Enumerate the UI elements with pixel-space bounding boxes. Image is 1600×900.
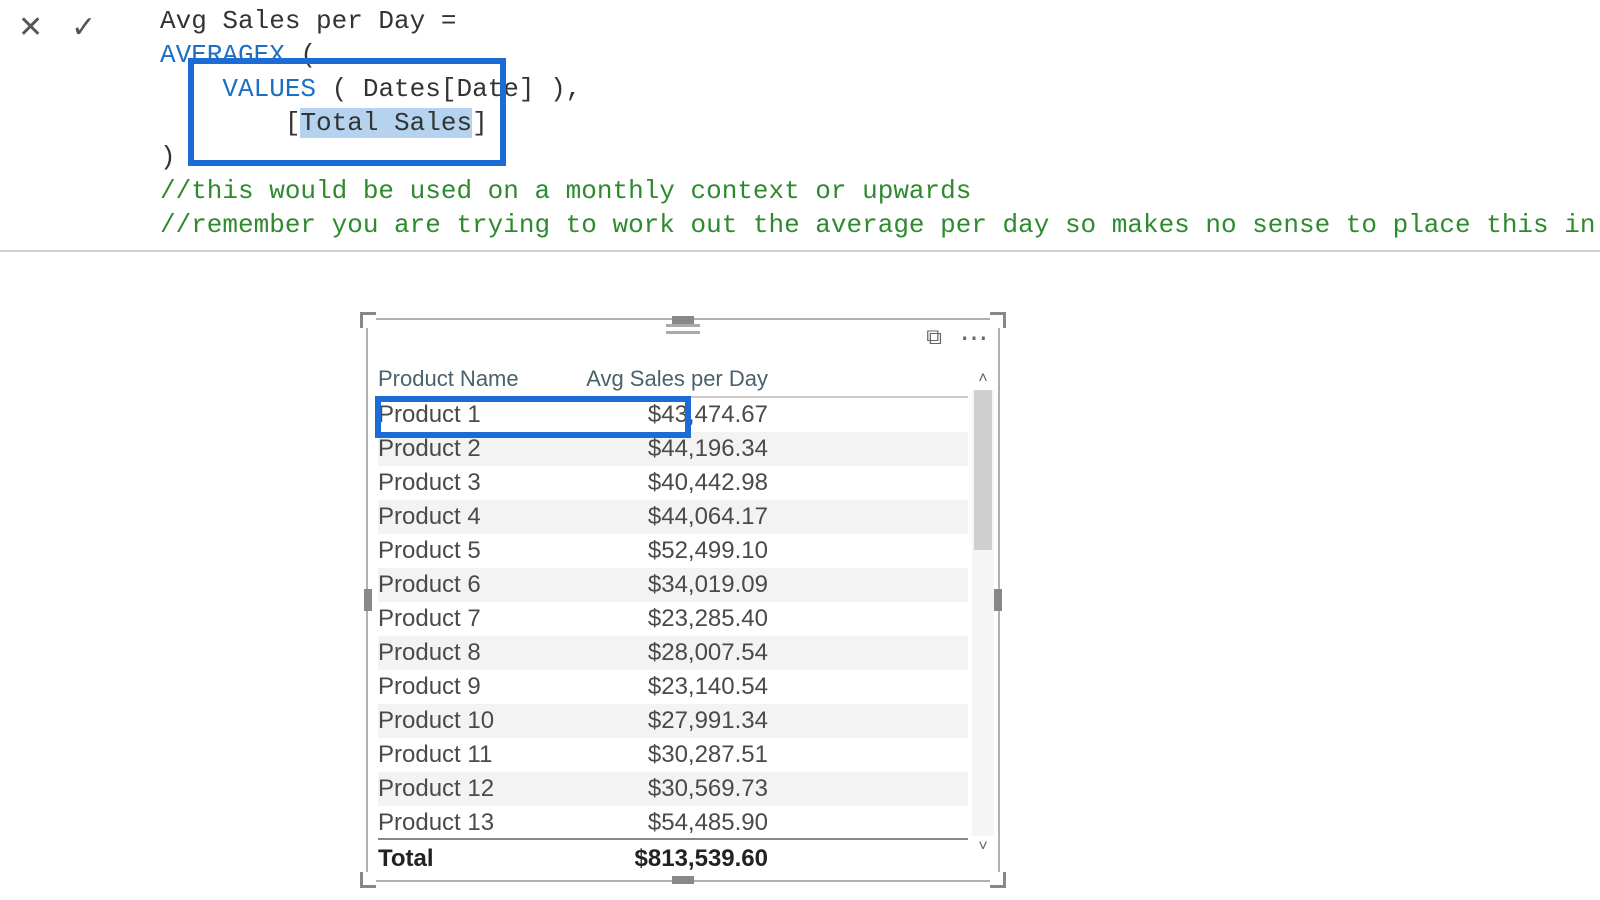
table-scrollbar[interactable]: ˄ ˅ <box>972 368 994 858</box>
commit-formula-icon[interactable]: ✓ <box>71 10 96 45</box>
total-value: $813,539.60 <box>568 845 768 873</box>
resize-handle-right[interactable] <box>994 589 1002 611</box>
more-options-icon[interactable]: ⋯ <box>960 321 990 354</box>
table-row[interactable]: Product 6$34,019.09 <box>378 568 968 602</box>
dax-formula-editor[interactable]: Avg Sales per Day = AVERAGEX ( VALUES ( … <box>160 4 1590 242</box>
table-body: Product 1$43,474.67 Product 2$44,196.34 … <box>378 398 968 838</box>
dax-measure-ref: Total Sales <box>300 108 472 138</box>
scroll-up-icon[interactable]: ˄ <box>972 368 994 390</box>
resize-handle-tl[interactable] <box>360 312 376 328</box>
resize-handle-tr[interactable] <box>990 312 1006 328</box>
formula-measure-name: Avg Sales per Day = <box>160 6 472 36</box>
total-label: Total <box>378 845 568 873</box>
table-row[interactable]: Product 1$43,474.67 <box>378 398 968 432</box>
resize-handle-br[interactable] <box>990 872 1006 888</box>
scrollbar-track[interactable] <box>972 390 994 836</box>
table-row[interactable]: Product 8$28,007.54 <box>378 636 968 670</box>
dax-keyword-values: VALUES <box>222 74 316 104</box>
formula-bar: ✕ ✓ Avg Sales per Day = AVERAGEX ( VALUE… <box>0 0 1600 252</box>
table-row[interactable]: Product 13$54,485.90 <box>378 806 968 838</box>
col-header-avg[interactable]: Avg Sales per Day <box>568 366 768 392</box>
resize-handle-bl[interactable] <box>360 872 376 888</box>
table-row[interactable]: Product 4$44,064.17 <box>378 500 968 534</box>
resize-handle-top[interactable] <box>672 316 694 324</box>
table-header: Product Name Avg Sales per Day <box>378 366 968 398</box>
table-row[interactable]: Product 12$30,569.73 <box>378 772 968 806</box>
data-table: Product Name Avg Sales per Day Product 1… <box>378 366 968 874</box>
resize-handle-bottom[interactable] <box>672 876 694 884</box>
dax-comment-1: //this would be used on a monthly contex… <box>160 176 971 206</box>
visual-drag-handle-icon[interactable] <box>666 324 700 334</box>
table-row[interactable]: Product 5$52,499.10 <box>378 534 968 568</box>
table-row[interactable]: Product 10$27,991.34 <box>378 704 968 738</box>
col-header-product[interactable]: Product Name <box>378 366 568 392</box>
dax-keyword-averagex: AVERAGEX <box>160 40 285 70</box>
dax-comment-2: //remember you are trying to work out th… <box>160 210 1600 240</box>
scroll-down-icon[interactable]: ˅ <box>972 836 994 858</box>
table-row[interactable]: Product 7$23,285.40 <box>378 602 968 636</box>
table-row[interactable]: Product 2$44,196.34 <box>378 432 968 466</box>
table-row[interactable]: Product 11$30,287.51 <box>378 738 968 772</box>
resize-handle-left[interactable] <box>364 589 372 611</box>
cancel-formula-icon[interactable]: ✕ <box>18 10 43 45</box>
scrollbar-thumb[interactable] <box>974 390 992 550</box>
table-row[interactable]: Product 3$40,442.98 <box>378 466 968 500</box>
focus-mode-icon[interactable]: ⧉ <box>926 324 942 350</box>
table-row[interactable]: Product 9$23,140.54 <box>378 670 968 704</box>
table-total-row: Total $813,539.60 <box>378 838 968 874</box>
table-visual[interactable]: ⧉ ⋯ Product Name Avg Sales per Day Produ… <box>368 320 998 880</box>
